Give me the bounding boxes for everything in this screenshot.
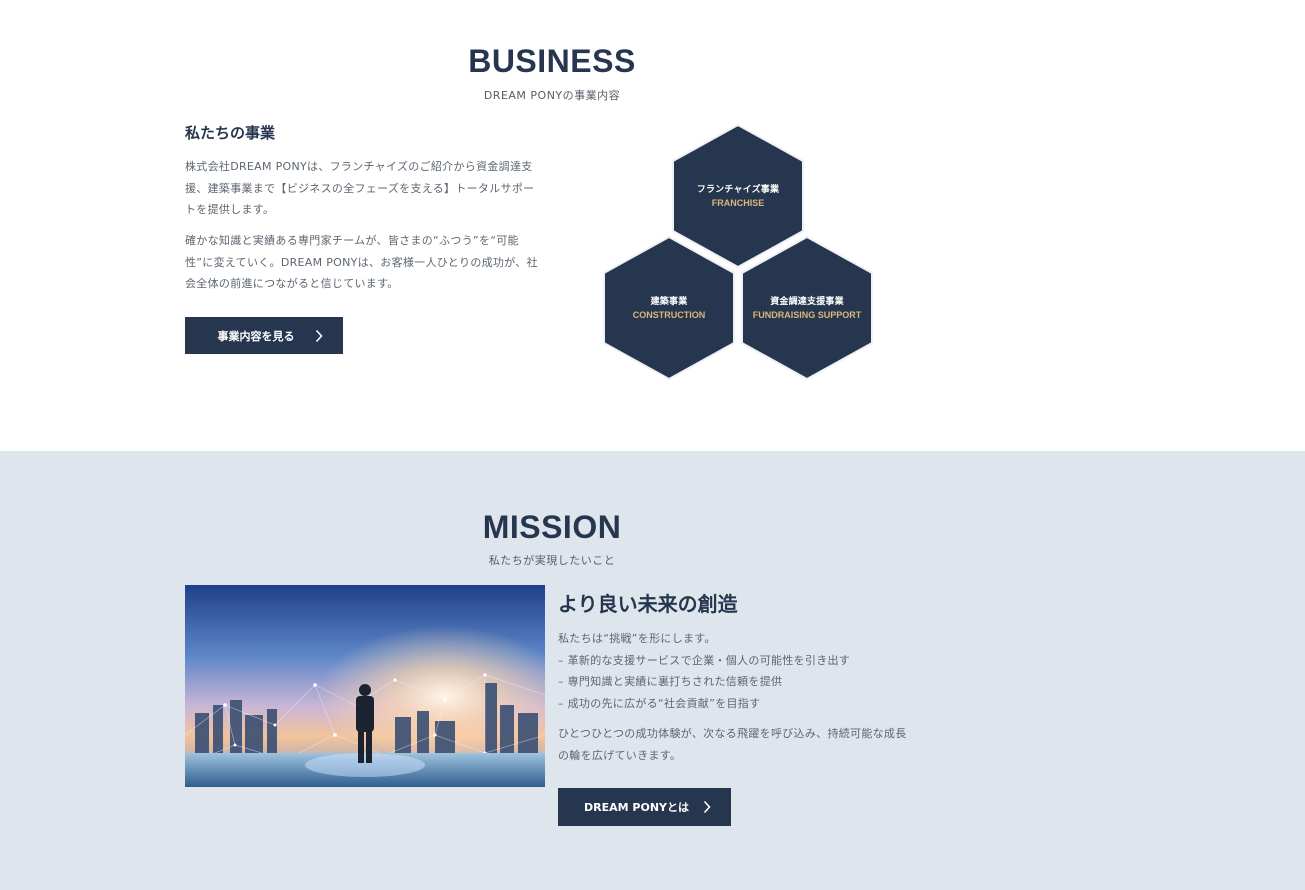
business-paragraph-2-line: 確かな知識と実績ある専門家チームが、皆さまの“ふつう”を“可能	[185, 234, 519, 247]
mission-section: MISSION 私たちが実現したいこと より良い未来の創造 私たちは“挑戦”を形…	[0, 451, 1305, 890]
about-dream-pony-button-label: DREAM PONYとは	[584, 801, 689, 814]
business-paragraph-2: 確かな知識と実績ある専門家チームが、皆さまの“ふつう”を“可能 性”に変えていく…	[185, 230, 545, 295]
hex-franchise-jp: フランチャイズ事業	[696, 185, 780, 195]
mission-photo	[185, 585, 545, 787]
mission-paragraph-line: ひとつひとつの成功体験が、次なる飛躍を呼び込み、持続可能な成長	[558, 727, 907, 740]
mission-list-line: – 専門知識と実績に裏打ちされた信頼を提供	[558, 675, 783, 688]
mission-paragraph: ひとつひとつの成功体験が、次なる飛躍を呼び込み、持続可能な成長 の輪を広げていき…	[558, 723, 918, 766]
hex-franchise-en: FRANCHISE	[711, 198, 765, 208]
business-paragraph-1-line: 援、建築事業まで【ビジネスの全フェーズを支える】トータルサポー	[185, 181, 535, 195]
hex-construction-en: CONSTRUCTION	[632, 310, 706, 320]
business-hexagon-diagram: フランチャイズ事業 FRANCHISE 建築事業 CONSTRUCTION 資金…	[600, 120, 880, 382]
hexagon-shape	[603, 236, 735, 380]
mission-paragraph-line: の輪を広げていきます。	[558, 748, 682, 762]
business-paragraph-2-line: 性”に変えていく。DREAM PONYは、お客様一人ひとりの成功が、社	[185, 255, 538, 269]
business-details-button[interactable]: 事業内容を見る	[185, 317, 343, 354]
business-title: BUSINESS	[468, 43, 636, 79]
chevron-right-icon	[315, 329, 323, 342]
mission-list: 私たちは“挑戦”を形にします。 – 革新的な支援サービスで企業・個人の可能性を引…	[558, 628, 918, 714]
hexagon-shape	[741, 236, 873, 380]
business-paragraph-1-line: 株式会社DREAM PONYは、フランチャイズのご紹介から資金調達支	[185, 160, 533, 173]
hex-fundraising-jp: 資金調達支援事業	[770, 297, 844, 307]
chevron-right-icon	[703, 800, 711, 814]
business-paragraph-1: 株式会社DREAM PONYは、フランチャイズのご紹介から資金調達支 援、建築事…	[185, 156, 545, 221]
hex-construction[interactable]: 建築事業 CONSTRUCTION	[603, 236, 735, 380]
mission-title: MISSION	[482, 509, 622, 545]
mission-subtitle: 私たちが実現したいこと	[488, 554, 616, 567]
hex-fundraising[interactable]: 資金調達支援事業 FUNDRAISING SUPPORT	[741, 236, 873, 380]
business-subtitle: DREAM PONYの事業内容	[483, 89, 621, 102]
business-details-button-label: 事業内容を見る	[217, 329, 295, 343]
hex-fundraising-en: FUNDRAISING SUPPORT	[752, 310, 862, 320]
hex-construction-jp: 建築事業	[650, 297, 688, 307]
business-paragraph-1-line: トを提供します。	[185, 203, 275, 216]
mission-list-line: – 革新的な支援サービスで企業・個人の可能性を引き出す	[558, 653, 851, 667]
mission-list-line: – 成功の先に広がる“社会貢献”を目指す	[558, 696, 761, 710]
business-heading: 私たちの事業	[185, 124, 276, 142]
business-section: BUSINESS DREAM PONYの事業内容 私たちの事業 株式会社DREA…	[0, 0, 1305, 451]
businessman-city-skyline-image	[185, 585, 545, 787]
mission-heading: より良い未来の創造	[558, 592, 738, 616]
business-paragraph-2-line: 会全体の前進につながると信じています。	[185, 277, 399, 290]
about-dream-pony-button[interactable]: DREAM PONYとは	[558, 788, 731, 826]
mission-list-line: 私たちは“挑戦”を形にします。	[558, 632, 716, 645]
